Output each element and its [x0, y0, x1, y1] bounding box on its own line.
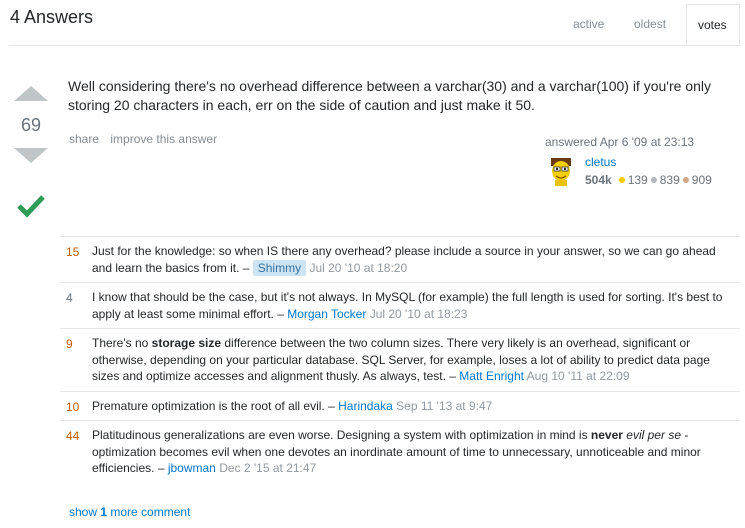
comment-item: 9 There's no storage size difference bet…	[60, 328, 740, 391]
silver-badge-icon	[650, 177, 657, 183]
comment-score: 4	[66, 291, 73, 305]
comment-date-link[interactable]: Aug 10 '11 at 22:09	[527, 369, 630, 383]
comment-date-link[interactable]: Jul 20 '10 at 18:23	[370, 307, 468, 321]
comment-item: 15 Just for the knowledge: so when IS th…	[60, 236, 740, 282]
bronze-badge-icon	[682, 177, 689, 183]
downvote-arrow-icon[interactable]	[14, 148, 48, 163]
comment-body: There's no storage size difference betwe…	[92, 336, 710, 383]
show-more-comments-link[interactable]: show 1 more comment	[69, 505, 190, 519]
answer-body: Well considering there's no overhead dif…	[68, 78, 711, 113]
silver-badge-count: 839	[659, 173, 680, 187]
comment-date-link[interactable]: Dec 2 '15 at 21:47	[219, 461, 316, 475]
comment-text: Premature optimization is the root of al…	[92, 398, 325, 413]
comment-item: 10 Premature optimization is the root of…	[60, 390, 740, 421]
vote-cell: 69	[14, 86, 48, 163]
share-link[interactable]: share	[69, 132, 99, 146]
tab-oldest[interactable]: oldest	[634, 17, 666, 31]
bronze-badge-count: 909	[691, 173, 712, 187]
tab-votes[interactable]: votes	[686, 4, 740, 46]
user-avatar[interactable]	[545, 154, 577, 186]
comment-score: 15	[66, 245, 80, 259]
user-card: answered Apr 6 '09 at 23:13 cletus 504k 1…	[545, 135, 735, 191]
comment-user-link[interactable]: Shimmy	[252, 259, 307, 276]
comment-body: Premature optimization is the root of al…	[92, 398, 493, 413]
user-stats: 504k 139 839 909	[585, 173, 712, 187]
comment-item: 4 I know that should be the case, but it…	[60, 282, 740, 328]
comment-date-link[interactable]: Jul 20 '10 at 18:20	[309, 261, 407, 275]
comments-list: 15 Just for the knowledge: so when IS th…	[60, 236, 740, 483]
comment-user-link[interactable]: jbowman	[168, 461, 216, 475]
gold-badge-icon	[618, 177, 625, 183]
reputation-score: 504k	[585, 173, 612, 187]
comment-body: Platitudinous generalizations are even w…	[92, 428, 701, 475]
gold-badge-count: 139	[627, 173, 648, 187]
accepted-checkmark-icon	[17, 195, 45, 218]
post-menu: share improve this answer	[69, 132, 225, 146]
comment-text-strong: storage size	[151, 336, 222, 350]
tab-active[interactable]: active	[573, 17, 604, 31]
vote-count: 69	[20, 115, 42, 135]
comment-text-strong: never	[590, 428, 623, 442]
comment-score: 9	[66, 337, 73, 351]
comment-text-em: evil per se	[626, 428, 681, 442]
comment-body: I know that should be the case, but it's…	[92, 290, 723, 321]
comment-user-link[interactable]: Matt Enright	[459, 369, 524, 383]
comment-score: 10	[66, 399, 80, 414]
upvote-arrow-icon[interactable]	[14, 86, 48, 101]
tab-votes-label: votes	[698, 18, 727, 32]
answers-header: 4 Answers active oldest votes	[0, 0, 745, 46]
improve-answer-link[interactable]: improve this answer	[110, 132, 217, 146]
comment-item: 44 Platitudinous generalizations are eve…	[60, 420, 740, 483]
comment-user-link[interactable]: Morgan Tocker	[287, 307, 366, 321]
user-name-link[interactable]: cletus	[585, 155, 616, 169]
show-more-suffix: more comment	[107, 505, 191, 519]
comment-text-pre: There's no	[92, 336, 152, 350]
answers-count-title: 4 Answers	[10, 7, 94, 27]
show-more-prefix: show	[69, 505, 101, 519]
comment-user-link[interactable]: Harindaka	[338, 399, 393, 413]
header-divider	[9, 45, 740, 46]
comment-date-link[interactable]: Sep 11 '13 at 9:47	[396, 399, 492, 413]
comment-text-pre: Platitudinous generalizations are even w…	[92, 428, 591, 442]
comment-body: Just for the knowledge: so when IS there…	[92, 244, 716, 276]
answered-timestamp[interactable]: answered Apr 6 '09 at 23:13	[545, 135, 735, 149]
comment-score: 44	[66, 429, 80, 443]
